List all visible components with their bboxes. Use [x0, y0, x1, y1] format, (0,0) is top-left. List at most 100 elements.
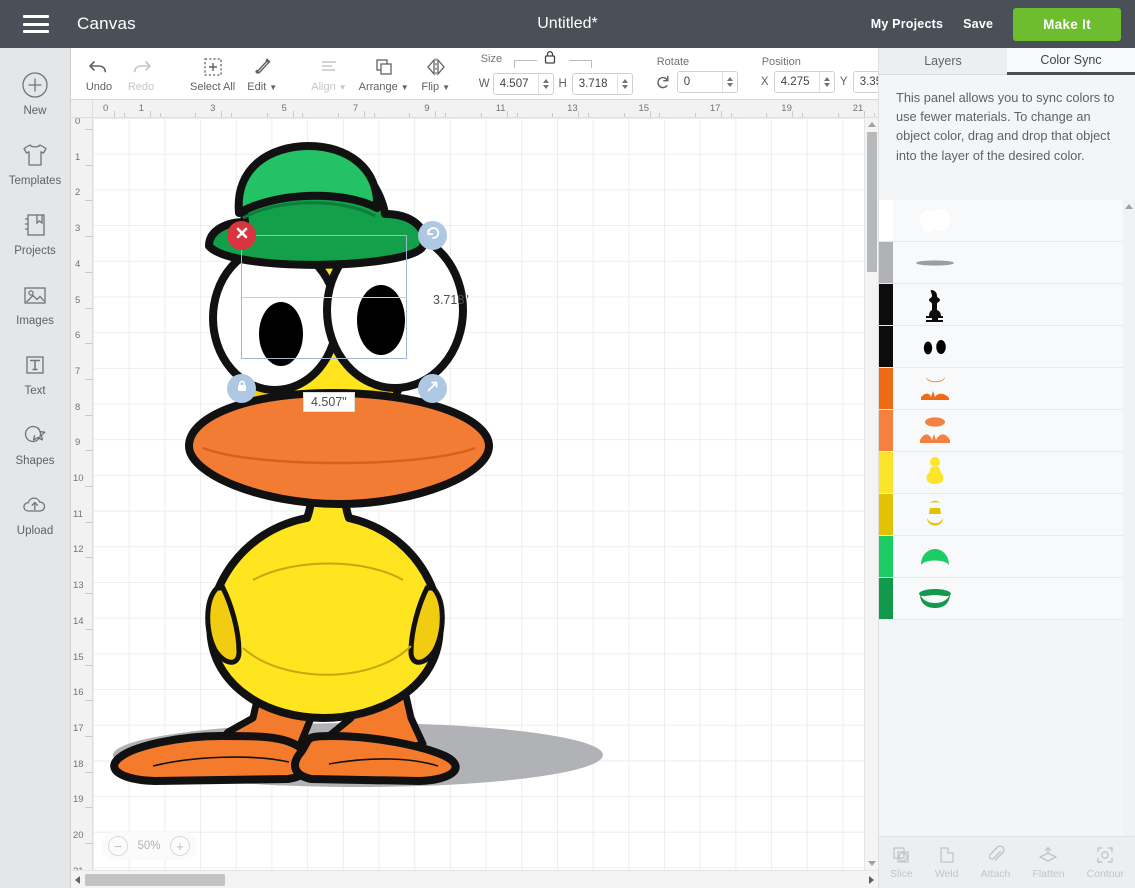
hat-dark-green-icon[interactable]: [913, 581, 957, 617]
edit-button[interactable]: Edit ▼: [241, 50, 283, 98]
sidebar-item-templates[interactable]: Templates: [0, 128, 70, 198]
canvas-area[interactable]: 0 1 3 5 7 9 11 13 15 17 19 21 0 1 2 3 4 5 6 7 8 9 10 11 12 13 14 1…: [71, 100, 878, 888]
x-input[interactable]: [774, 71, 819, 92]
height-input-box[interactable]: [571, 73, 633, 95]
sidebar-item-upload[interactable]: Upload: [0, 478, 70, 548]
sidebar-item-projects[interactable]: Projects: [0, 198, 70, 268]
x-input-box[interactable]: [773, 70, 835, 93]
rotate-input[interactable]: [677, 71, 722, 92]
ruler-v-minor: [85, 378, 92, 380]
redo-button[interactable]: Redo: [120, 50, 162, 98]
select-all-label: Select All: [190, 80, 236, 93]
layer-color-swatch[interactable]: [879, 200, 893, 241]
layers-scroll-up-icon[interactable]: [1125, 204, 1133, 209]
scroll-left-icon[interactable]: [75, 876, 80, 884]
hamburger-icon[interactable]: [23, 15, 49, 33]
color-sync-layers-list[interactable]: [879, 200, 1135, 836]
color-sync-layer-row[interactable]: [879, 242, 1135, 284]
rotate-handle[interactable]: [418, 221, 447, 250]
resize-handle[interactable]: [418, 374, 447, 403]
eyes-white-icon[interactable]: [913, 203, 957, 239]
ruler-v-minor: [85, 735, 92, 737]
slice-button[interactable]: Slice: [890, 845, 913, 880]
lock-icon[interactable]: [542, 49, 558, 70]
rotate-input-box[interactable]: [676, 70, 738, 93]
save-button[interactable]: Save: [963, 17, 993, 31]
layer-color-swatch[interactable]: [879, 284, 893, 325]
hat-light-green-icon[interactable]: [913, 539, 957, 575]
body-gold-icon[interactable]: [913, 497, 957, 533]
canvas-vertical-scrollbar[interactable]: [864, 118, 878, 870]
color-sync-layer-row[interactable]: [879, 284, 1135, 326]
ruler-v-label: 15: [73, 651, 84, 663]
width-input[interactable]: [493, 74, 538, 94]
arrange-button[interactable]: Arrange ▼: [353, 50, 415, 98]
my-projects-link[interactable]: My Projects: [871, 17, 943, 31]
vertical-scroll-thumb[interactable]: [867, 132, 877, 272]
top-bar: Canvas Untitled* My Projects Save Make I…: [0, 0, 1135, 48]
canvas-horizontal-scrollbar[interactable]: [71, 870, 878, 888]
make-it-button[interactable]: Make It: [1013, 7, 1121, 41]
left-sidebar: New Templates Projects Images Text Shape…: [0, 48, 71, 888]
layer-color-swatch[interactable]: [879, 452, 893, 493]
delete-handle[interactable]: [227, 221, 256, 250]
contour-button[interactable]: Contour: [1087, 845, 1124, 880]
duck-character-artwork[interactable]: [93, 118, 878, 870]
weld-button[interactable]: Weld: [935, 845, 959, 880]
layer-color-swatch[interactable]: [879, 494, 893, 535]
duck-outline-icon[interactable]: [913, 287, 957, 323]
color-sync-layer-row[interactable]: [879, 368, 1135, 410]
shadow-ellipse-icon[interactable]: [913, 245, 957, 281]
pupils-icon[interactable]: [913, 329, 957, 365]
redo-arrow-icon: [129, 56, 153, 78]
horizontal-scroll-thumb[interactable]: [85, 874, 225, 886]
flatten-button[interactable]: Flatten: [1032, 845, 1065, 880]
body-yellow-icon[interactable]: [913, 455, 957, 491]
width-input-box[interactable]: [492, 73, 554, 95]
layer-color-swatch[interactable]: [879, 410, 893, 451]
contour-label: Contour: [1086, 868, 1124, 880]
color-sync-layer-row[interactable]: [879, 326, 1135, 368]
color-sync-layer-row[interactable]: [879, 536, 1135, 578]
tab-layers[interactable]: Layers: [879, 48, 1007, 75]
color-sync-layer-row[interactable]: [879, 452, 1135, 494]
attach-button[interactable]: Attach: [981, 845, 1010, 880]
flip-button[interactable]: Flip ▼: [415, 50, 457, 98]
color-sync-layer-row[interactable]: [879, 494, 1135, 536]
ruler-v-label: 8: [75, 401, 81, 413]
align-button[interactable]: Align ▼: [305, 50, 352, 98]
color-sync-layer-row[interactable]: [879, 200, 1135, 242]
x-stepper[interactable]: [818, 71, 834, 92]
select-all-button[interactable]: Select All: [184, 50, 241, 98]
layer-color-swatch[interactable]: [879, 578, 893, 619]
color-sync-layer-row[interactable]: [879, 410, 1135, 452]
layer-color-swatch[interactable]: [879, 536, 893, 577]
height-stepper[interactable]: [616, 74, 632, 94]
ruler-v-label: 18: [73, 758, 84, 770]
sidebar-item-images[interactable]: Images: [0, 268, 70, 338]
sidebar-item-text[interactable]: Text: [0, 338, 70, 408]
layers-scrollbar[interactable]: [1123, 200, 1135, 836]
height-input[interactable]: [572, 74, 617, 94]
lock-handle[interactable]: [227, 374, 256, 403]
width-stepper[interactable]: [537, 74, 553, 94]
sidebar-item-shapes[interactable]: Shapes: [0, 408, 70, 478]
ruler-v-minor: [85, 557, 92, 559]
rotate-stepper[interactable]: [721, 71, 737, 92]
canvas-grid[interactable]: 3.718" 4.507": [93, 118, 878, 870]
scroll-right-icon[interactable]: [869, 876, 874, 884]
beak-feet-dark-icon[interactable]: [913, 371, 957, 407]
undo-button[interactable]: Undo: [78, 50, 120, 98]
tab-color-sync[interactable]: Color Sync: [1007, 48, 1135, 75]
zoom-out-button[interactable]: −: [108, 836, 128, 856]
beak-feet-light-icon[interactable]: [913, 413, 957, 449]
zoom-in-button[interactable]: +: [170, 836, 190, 856]
layer-color-swatch[interactable]: [879, 326, 893, 367]
layer-color-swatch[interactable]: [879, 242, 893, 283]
scroll-down-icon[interactable]: [868, 861, 876, 866]
color-sync-layer-row[interactable]: [879, 578, 1135, 620]
ruler-h-minor: [435, 111, 437, 117]
scroll-up-icon[interactable]: [868, 122, 876, 127]
sidebar-item-new[interactable]: New: [0, 58, 70, 128]
layer-color-swatch[interactable]: [879, 368, 893, 409]
